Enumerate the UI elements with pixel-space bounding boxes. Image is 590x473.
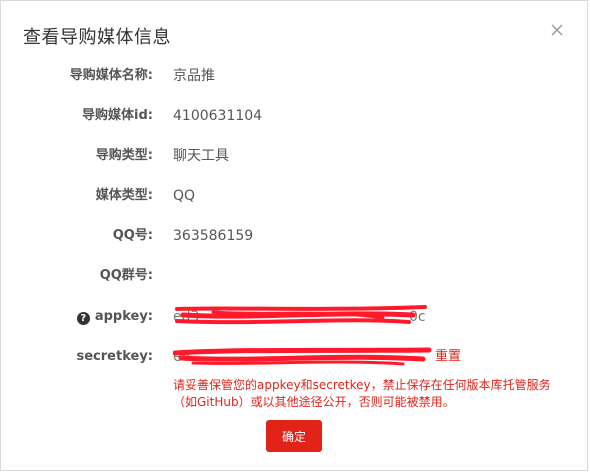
field-label-secretkey: secretkey: [76, 349, 154, 364]
secretkey-value-redacted: e6 [173, 345, 433, 369]
field-row-secretkey: secretkey: e6 重置 [1, 345, 561, 369]
field-row-media-id: 导购媒体id: 4100631104 [1, 104, 561, 128]
field-row-guide-type: 导购类型: 聊天工具 [1, 144, 561, 168]
appkey-label-text: appkey: [94, 309, 153, 324]
field-row-qq-group: QQ群号: [1, 264, 561, 288]
redaction-scribble-appkey [175, 305, 427, 325]
field-row-media-name: 导购媒体名称: 京品推 [1, 64, 561, 88]
appkey-value-redacted: ed3 0c [173, 305, 433, 329]
field-row-appkey: ? appkey: ed3 0c [1, 305, 561, 329]
field-row-qq-number: QQ号: 363586159 [1, 224, 561, 248]
field-label-appkey: ? appkey: [76, 305, 153, 329]
field-label-qq-group: QQ群号: [99, 268, 153, 283]
field-value-media-type: QQ [173, 188, 196, 204]
ok-button[interactable]: 确定 [266, 420, 322, 452]
field-value-media-id: 4100631104 [173, 108, 263, 124]
media-info-dialog: 查看导购媒体信息 导购媒体名称: 京品推 导购媒体id: 4100631104 … [0, 0, 588, 471]
warning-text: 请妥善保管您的appkey和secretkey，禁止保存在任何版本库托管服务（如… [173, 378, 551, 409]
reset-secretkey-link[interactable]: 重置 [435, 345, 461, 369]
field-label-qq-number: QQ号: [112, 228, 153, 243]
redaction-scribble-secretkey [173, 347, 432, 366]
field-value-media-name: 京品推 [173, 68, 215, 84]
dialog-title: 查看导购媒体信息 [23, 27, 171, 48]
field-value-guide-type: 聊天工具 [173, 148, 229, 164]
field-label-media-type: 媒体类型: [95, 188, 153, 203]
field-label-guide-type: 导购类型: [95, 148, 153, 163]
close-icon[interactable] [547, 20, 567, 40]
field-label-media-id: 导购媒体id: [82, 108, 153, 123]
field-label-media-name: 导购媒体名称: [69, 68, 153, 83]
question-circle-icon[interactable]: ? [76, 312, 90, 325]
field-row-media-type: 媒体类型: QQ [1, 184, 561, 208]
field-value-qq-number: 363586159 [173, 228, 254, 244]
